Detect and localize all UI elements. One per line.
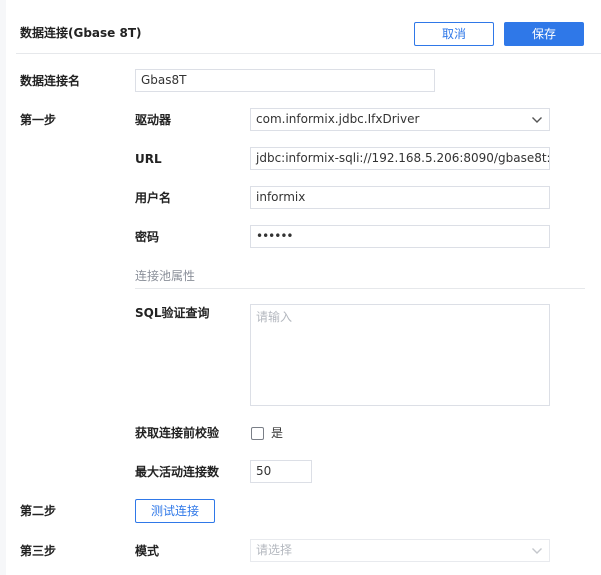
max-active-value: 50	[256, 464, 272, 478]
password-label: 密码	[135, 230, 160, 244]
validate-before-checkbox[interactable]	[251, 427, 264, 440]
url-value: jdbc:informix-sqli://192.168.5.206:8090/…	[256, 151, 549, 165]
password-value: ••••••	[256, 229, 293, 243]
url-input[interactable]: jdbc:informix-sqli://192.168.5.206:8090/…	[250, 147, 550, 170]
mode-label: 模式	[135, 544, 160, 558]
connection-name-input[interactable]: Gbas8T	[135, 69, 435, 92]
pool-section-divider	[135, 288, 585, 289]
connection-name-label: 数据连接名	[20, 74, 81, 88]
username-value: informix	[256, 190, 306, 204]
sql-validation-textarea[interactable]: 请输入	[250, 304, 550, 406]
save-button[interactable]: 保存	[504, 22, 584, 46]
chevron-down-icon	[532, 117, 542, 123]
max-active-label: 最大活动连接数	[135, 465, 220, 479]
username-input[interactable]: informix	[250, 186, 550, 209]
driver-value: com.informix.jdbc.IfxDriver	[256, 112, 420, 126]
step3-label: 第三步	[20, 544, 57, 558]
max-active-input[interactable]: 50	[250, 460, 312, 483]
url-label: URL	[135, 152, 162, 166]
page-title: 数据连接(Gbase 8T)	[20, 26, 142, 40]
password-input[interactable]: ••••••	[250, 225, 550, 248]
chevron-down-icon	[532, 548, 542, 554]
cancel-button[interactable]: 取消	[414, 22, 494, 46]
header-divider	[16, 53, 601, 54]
sql-validation-placeholder: 请输入	[256, 310, 293, 324]
test-connection-button[interactable]: 测试连接	[135, 499, 215, 523]
driver-label: 驱动器	[135, 113, 172, 127]
driver-select[interactable]: com.informix.jdbc.IfxDriver	[250, 108, 550, 131]
connection-name-value: Gbas8T	[141, 73, 187, 87]
validate-before-label: 获取连接前校验	[135, 426, 220, 440]
step1-label: 第一步	[20, 113, 57, 127]
sql-validation-label: SQL验证查询	[135, 306, 210, 320]
pool-section-label: 连接池属性	[135, 269, 196, 283]
username-label: 用户名	[135, 191, 172, 205]
connection-panel: 数据连接(Gbase 8T) 取消 保存 数据连接名 Gbas8T 第一步 驱动…	[6, 0, 601, 575]
validate-before-option[interactable]: 是	[271, 425, 283, 441]
step2-label: 第二步	[20, 504, 57, 518]
mode-placeholder: 请选择	[256, 543, 293, 557]
mode-select[interactable]: 请选择	[250, 539, 550, 562]
